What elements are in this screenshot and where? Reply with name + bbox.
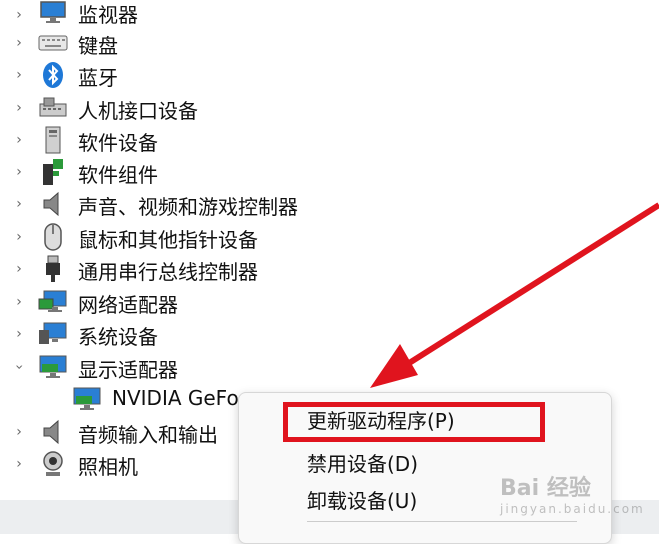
watermark: Bai 经验 jingyan.baidu.com — [500, 470, 645, 516]
watermark-text: Bai 经验 — [500, 476, 591, 501]
watermark-sub: jingyan.baidu.com — [500, 502, 645, 516]
annotation-arrow — [370, 202, 659, 388]
